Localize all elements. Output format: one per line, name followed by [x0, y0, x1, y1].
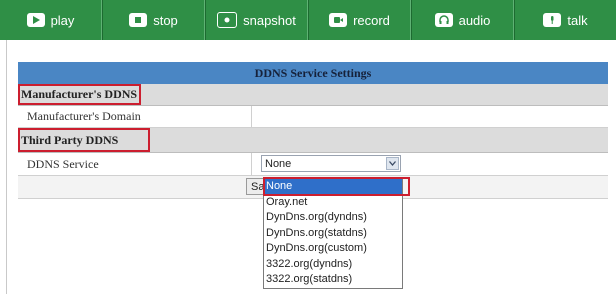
ddns-service-select[interactable]: None: [261, 155, 401, 172]
talk-label: talk: [567, 12, 588, 28]
camera-icon: [217, 12, 238, 28]
talk-icon: [543, 13, 562, 27]
manufacturer-ddns-section: Manufacturer's DDNS: [18, 84, 608, 106]
play-icon: [26, 13, 45, 27]
record-label: record: [353, 12, 390, 28]
snapshot-button[interactable]: snapshot: [205, 0, 308, 40]
ddns-service-selected-value: None: [265, 157, 292, 170]
audio-label: audio: [458, 12, 491, 28]
audio-button[interactable]: audio: [411, 0, 514, 40]
manufacturer-ddns-heading: Manufacturer's DDNS: [21, 87, 138, 101]
ddns-service-field: None: [252, 153, 608, 175]
manufacturer-domain-value: [252, 106, 608, 127]
stop-button[interactable]: stop: [102, 0, 205, 40]
talk-button[interactable]: talk: [514, 0, 616, 40]
dropdown-option[interactable]: None: [264, 179, 402, 195]
third-party-ddns-heading: Third Party DDNS: [21, 132, 119, 147]
play-label: play: [50, 12, 75, 28]
ddns-service-label: DDNS Service: [18, 153, 252, 175]
snapshot-label: snapshot: [243, 12, 296, 28]
stop-icon: [129, 13, 148, 27]
third-party-ddns-section: Third Party DDNS: [18, 128, 608, 153]
manufacturer-domain-label: Manufacturer's Domain: [18, 106, 252, 127]
dropdown-option[interactable]: DynDns.org(custom): [264, 241, 402, 257]
manufacturer-domain-row: Manufacturer's Domain: [18, 106, 608, 128]
dropdown-option[interactable]: 3322.org(dyndns): [264, 257, 402, 273]
chevron-down-icon[interactable]: [386, 157, 399, 170]
dropdown-option[interactable]: Oray.net: [264, 195, 402, 211]
dropdown-option[interactable]: DynDns.org(statdns): [264, 226, 402, 242]
toolbar: play stop snapshot record audio talk: [0, 0, 616, 40]
left-divider: [6, 40, 7, 294]
dropdown-option[interactable]: 3322.org(statdns): [264, 272, 402, 288]
ddns-service-row: DDNS Service None: [18, 153, 608, 176]
panel-title: DDNS Service Settings: [18, 62, 608, 84]
stop-label: stop: [153, 12, 178, 28]
dropdown-option[interactable]: DynDns.org(dyndns): [264, 210, 402, 226]
play-button[interactable]: play: [0, 0, 102, 40]
record-icon: [329, 13, 348, 27]
ddns-service-dropdown: None Oray.net DynDns.org(dyndns) DynDns.…: [263, 178, 403, 289]
audio-icon: [434, 13, 453, 27]
record-button[interactable]: record: [308, 0, 411, 40]
